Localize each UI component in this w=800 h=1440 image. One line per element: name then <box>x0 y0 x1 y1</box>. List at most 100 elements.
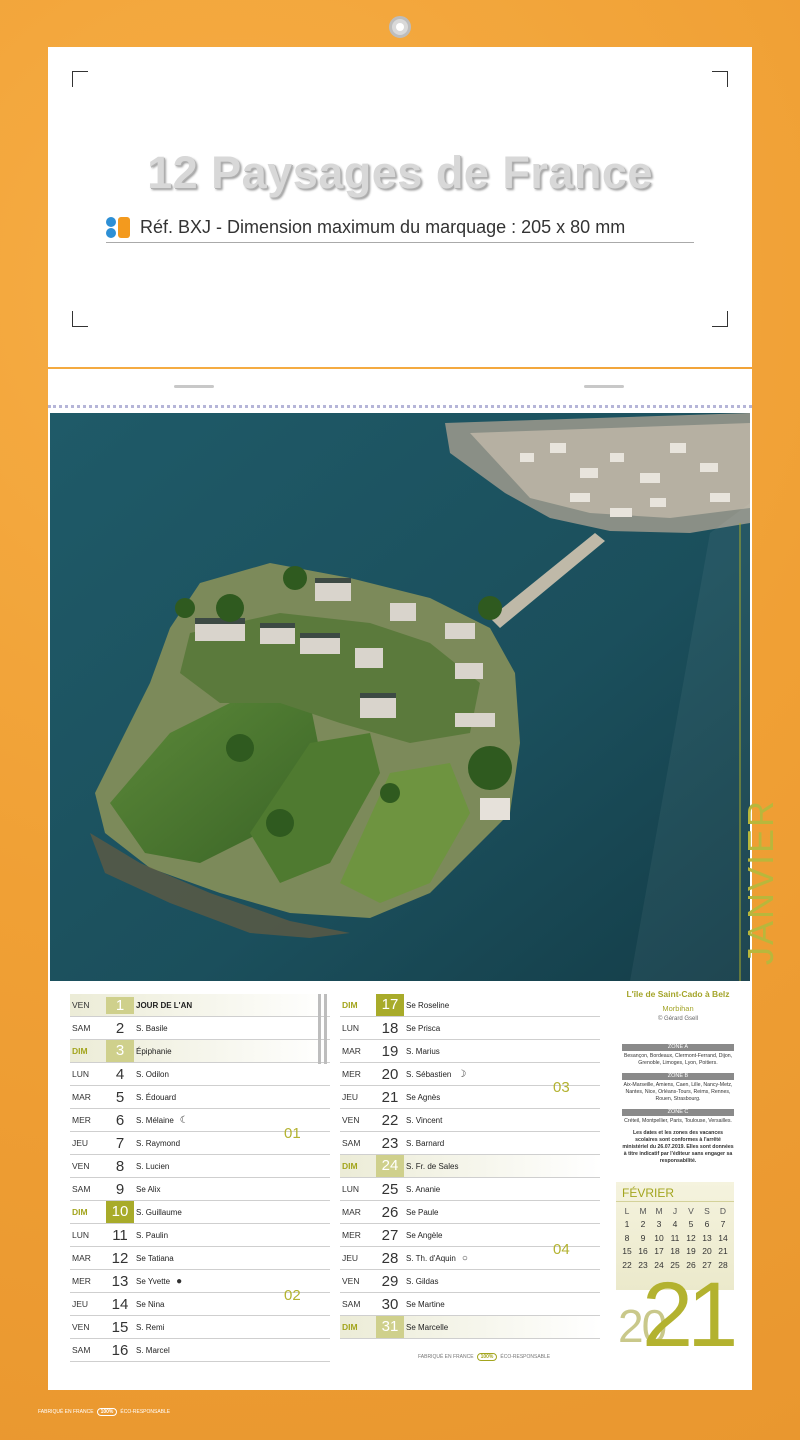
mini-calendar-day: 20 <box>702 1246 712 1257</box>
day-row: DIM 31 Se Marcelle <box>340 1316 600 1339</box>
reference-text: Réf. BXJ - Dimension maximum du marquage… <box>140 217 626 237</box>
mini-calendar-day: 11 <box>670 1232 680 1243</box>
day-number: 23 <box>381 1134 399 1152</box>
saint-name: S. Gildas <box>404 1277 600 1286</box>
mini-calendar-day: 9 <box>640 1232 646 1243</box>
saint-name: S. Édouard <box>134 1093 330 1102</box>
saint-label: Se Angèle <box>406 1230 443 1240</box>
day-number: 14 <box>111 1295 129 1313</box>
weekday-name: MER <box>342 1230 361 1240</box>
mini-calendar-day: 13 <box>702 1232 712 1243</box>
mini-calendar-title: FÉVRIER <box>616 1182 734 1202</box>
tab-stripe <box>324 994 327 1064</box>
footer-badge: 100% <box>96 1408 118 1416</box>
weekday-name: MER <box>72 1115 91 1125</box>
weekday-name: DIM <box>72 1207 88 1217</box>
calendar-sheet: JANVIER VEN 1 JOUR DE L'AN SAM 2 S. Basile DIM… <box>48 369 781 1390</box>
day-number: 17 <box>376 994 404 1016</box>
day-number: 8 <box>115 1157 125 1175</box>
saint-name: S. Ananie <box>404 1185 600 1194</box>
zone-title: ZONE C <box>622 1109 734 1116</box>
saint-name: S. Mélaine ☾ <box>134 1115 330 1126</box>
footer-made-in: FABRIQUÉ EN FRANCE <box>38 1409 94 1415</box>
mini-calendar-grid: L M M J V S D 1 2 3 4 5 6 7 8 9 10 11 12 13 14 15 16 17 18 19 20 21… <box>619 1204 731 1272</box>
saint-name: Se Roseline <box>404 1001 600 1010</box>
saint-label: Se Marcelle <box>406 1322 449 1332</box>
saint-label: JOUR DE L'AN <box>136 1000 193 1010</box>
saint-name: S. Sébastien ☽ <box>404 1069 600 1080</box>
mini-calendar-week: 8 9 10 11 12 13 14 <box>619 1231 731 1245</box>
year-suffix: 21 <box>642 1264 738 1366</box>
mini-calendar-day: 21 <box>718 1246 728 1257</box>
saint-label: S. Mélaine <box>136 1115 174 1125</box>
saint-name: S. Marcel <box>134 1346 330 1355</box>
product-title: 12 Paysages de France <box>147 147 653 198</box>
saint-name: Se Yvette ● <box>134 1276 330 1287</box>
eco-footer-outside: FABRIQUÉ EN FRANCE 100% ÉCO-RESPONSABLE <box>38 1408 170 1416</box>
day-number: 6 <box>115 1111 125 1129</box>
moon-phase-icon: ☾ <box>179 1114 189 1126</box>
day-row: VEN 15 S. Remi <box>70 1316 330 1339</box>
photo-region: Morbihan <box>662 1004 694 1013</box>
saint-label: S. Sébastien <box>406 1069 452 1079</box>
day-row: MAR 19 S. Marius <box>340 1040 600 1063</box>
saint-label: Se Alix <box>136 1184 161 1194</box>
day-number: 25 <box>381 1180 399 1198</box>
day-row: MAR 12 Se Tatiana <box>70 1247 330 1270</box>
saint-label: Se Yvette <box>136 1276 171 1286</box>
saint-name: S. Remi <box>134 1323 330 1332</box>
day-row: SAM 23 S. Barnard <box>340 1132 600 1155</box>
zone-cities: Besançon, Bordeaux, Clermont-Ferrand, Di… <box>623 1053 733 1066</box>
footer-eco: ÉCO-RESPONSABLE <box>500 1354 551 1360</box>
saint-name: Se Prisca <box>404 1024 600 1033</box>
weekday-name: MAR <box>72 1253 91 1263</box>
saint-name: Se Marcelle <box>404 1323 600 1332</box>
weekday-name: LUN <box>72 1069 90 1079</box>
mini-calendar-day: 2 <box>640 1219 646 1230</box>
hanging-hole <box>389 16 411 38</box>
mini-calendar-day: 12 <box>686 1232 696 1243</box>
day-row: SAM 16 S. Marcel <box>70 1339 330 1362</box>
mini-calendar-day: 4 <box>672 1219 678 1230</box>
moon-phase-icon: ☽ <box>457 1068 467 1080</box>
crop-mark <box>712 71 728 87</box>
binding-rail <box>584 385 624 388</box>
day-number: 12 <box>111 1249 129 1267</box>
day-number: 19 <box>381 1042 399 1060</box>
weekday-name: LUN <box>72 1230 90 1240</box>
saint-name: S. Th. d'Aquin ○ <box>404 1253 600 1264</box>
weekday-name: SAM <box>72 1345 91 1355</box>
day-number: 20 <box>381 1065 399 1083</box>
day-number: 9 <box>115 1180 125 1198</box>
weekday-name: SAM <box>342 1299 361 1309</box>
saint-name: Se Angèle <box>404 1231 600 1240</box>
saint-label: Se Martine <box>406 1299 445 1309</box>
saint-label: S. Paulin <box>136 1230 169 1240</box>
saint-name: Se Alix <box>134 1185 330 1194</box>
saint-name: S. Barnard <box>404 1139 600 1148</box>
zone-disclaimer: Les dates et les zones des vacances scol… <box>622 1130 734 1164</box>
day-number: 15 <box>111 1318 129 1336</box>
weekday-initial: V <box>688 1205 694 1216</box>
saint-label: S. Marius <box>406 1046 440 1056</box>
weekday-name: DIM <box>342 1322 358 1332</box>
saint-name: S. Guillaume <box>134 1208 330 1217</box>
saint-label: S. Basile <box>136 1023 168 1033</box>
day-row: VEN 8 S. Lucien <box>70 1155 330 1178</box>
weekday-name: MAR <box>342 1207 361 1217</box>
days-column-2: DIM 17 Se Roseline LUN 18 Se Prisca MAR 19 S. Ma… <box>340 994 600 1339</box>
weekday-name: MER <box>72 1276 91 1286</box>
brand-logo-icon <box>106 216 132 239</box>
mini-calendar-day: 5 <box>688 1219 694 1230</box>
binding-rail <box>174 385 214 388</box>
weekday-initial: L <box>624 1205 630 1216</box>
zone-title: ZONE B <box>622 1073 734 1080</box>
weekday-name: VEN <box>342 1276 360 1286</box>
day-number: 1 <box>106 996 134 1014</box>
weekday-initial: M <box>655 1205 663 1216</box>
day-number: 30 <box>381 1295 399 1313</box>
day-number: 29 <box>381 1272 399 1290</box>
day-number: 31 <box>376 1316 404 1338</box>
week-number: 03 <box>553 1079 570 1096</box>
day-number: 2 <box>115 1019 125 1037</box>
